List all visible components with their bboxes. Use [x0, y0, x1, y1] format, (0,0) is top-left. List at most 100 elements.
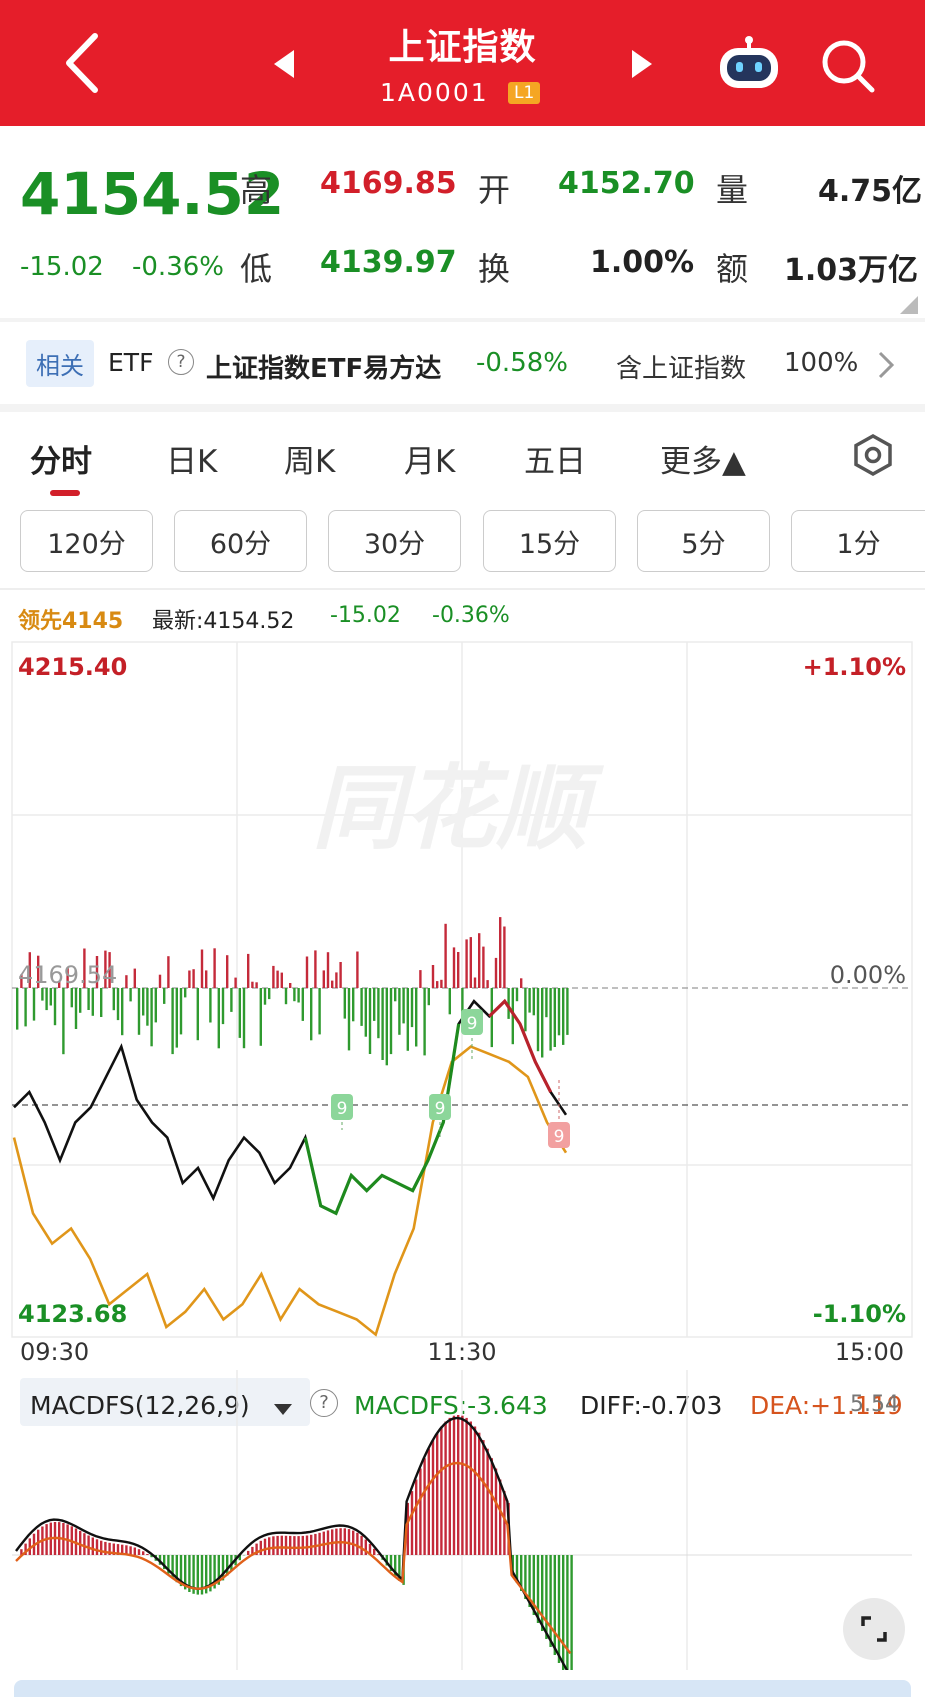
volume-bar	[394, 988, 397, 1002]
period-60min-button[interactable]: 60分	[174, 510, 307, 572]
latest-price: 最新:4154.52	[152, 609, 295, 634]
settings-icon[interactable]	[852, 434, 894, 476]
volume-bar	[192, 969, 195, 988]
volume-bar	[79, 988, 82, 1013]
volume-bar	[280, 972, 283, 988]
corner-expand-icon[interactable]	[900, 296, 918, 314]
macd-bar	[276, 1535, 279, 1555]
volume-bar	[116, 988, 120, 1021]
volume-value: 4.75亿	[818, 174, 923, 209]
volume-bar	[503, 926, 506, 988]
tab-more[interactable]: 更多▲	[660, 436, 746, 481]
volume-bar	[326, 952, 330, 988]
volume-bar	[494, 957, 498, 988]
macd-bar	[448, 1417, 451, 1555]
latest-change: -15.02	[330, 603, 401, 628]
active-tab-indicator	[50, 490, 80, 496]
macd-bar	[478, 1432, 481, 1555]
macd-bar	[566, 1555, 569, 1670]
volume-bar	[133, 968, 136, 988]
tab-weekly-k[interactable]: 周K	[284, 436, 335, 481]
volume-bar	[297, 988, 300, 1003]
macd-bar	[314, 1533, 317, 1555]
price-line	[13, 999, 568, 1216]
volume-bar	[419, 970, 422, 988]
volume-bar	[41, 988, 44, 1001]
period-120min-button[interactable]: 120分	[20, 510, 153, 572]
volume-bar	[284, 988, 288, 1005]
volume-bar	[289, 983, 292, 988]
volume-bar	[389, 988, 393, 1055]
volume-bar	[398, 988, 401, 1035]
fullscreen-button[interactable]	[843, 1598, 905, 1660]
macd-bar	[133, 1547, 136, 1555]
y-min-label: 4123.68	[18, 1300, 127, 1328]
price-change: -15.02	[20, 252, 104, 282]
macd-bar	[79, 1530, 82, 1555]
fullscreen-icon	[861, 1616, 887, 1642]
macd-bar	[431, 1440, 435, 1555]
volume-bar	[473, 977, 477, 988]
tab-monthly-k[interactable]: 月K	[404, 436, 455, 481]
period-5min-button[interactable]: 5分	[637, 510, 770, 572]
volume-bar	[24, 988, 27, 1027]
volume-bar	[318, 988, 321, 1035]
volume-bar	[364, 988, 367, 1037]
search-icon[interactable]	[820, 38, 876, 94]
volume-bar	[431, 965, 435, 988]
divider	[0, 588, 925, 590]
pct-mid-label: 0.00%	[830, 961, 906, 989]
macd-bar	[503, 1491, 506, 1555]
lead-line	[12, 1045, 568, 1337]
volume-bar	[268, 988, 271, 1000]
volume-bar	[16, 988, 19, 1030]
volume-bar	[331, 980, 334, 988]
period-1min-button[interactable]: 1分	[791, 510, 925, 572]
next-stock-icon[interactable]	[632, 50, 652, 78]
chevron-right-icon[interactable]	[876, 350, 896, 380]
macd-bar	[499, 1479, 502, 1555]
volume-bar	[179, 988, 183, 1035]
signal-marker-9: 9	[331, 1094, 353, 1130]
robot-assistant-icon[interactable]	[716, 34, 782, 90]
intraday-chart[interactable]: 同花顺 9 9 9 9 4215.40 +1.10% 4169.54 0.00%…	[0, 640, 925, 1365]
level-badge: L1	[508, 82, 541, 104]
tab-daily-k[interactable]: 日K	[166, 436, 217, 481]
period-15min-button[interactable]: 15分	[483, 510, 616, 572]
volume-bar	[373, 988, 376, 1021]
high-value: 4169.85	[320, 166, 457, 201]
volume-bar	[347, 988, 351, 1051]
volume-bar	[45, 988, 48, 1011]
macd-bar	[284, 1535, 288, 1555]
volume-bar	[196, 988, 199, 1041]
tab-five-day[interactable]: 五日	[524, 436, 586, 481]
x-tick-label: 11:30	[427, 1338, 496, 1365]
macd-bar	[486, 1448, 489, 1555]
etf-name[interactable]: 上证指数ETF易方达	[206, 348, 441, 385]
volume-bar	[469, 937, 472, 988]
macd-bar	[490, 1458, 493, 1555]
volume-bar	[427, 988, 430, 1006]
watermark: 同花顺	[312, 755, 605, 862]
volume-bar	[486, 980, 489, 988]
volume-bar	[163, 988, 166, 1004]
volume-bar	[314, 950, 317, 988]
pct-max-label: +1.10%	[803, 653, 906, 681]
volume-bar	[171, 988, 174, 1055]
volume-bar	[87, 988, 90, 1010]
volume-bar	[490, 988, 493, 1048]
x-tick-label: 15:00	[835, 1338, 904, 1365]
macd-bar	[360, 1535, 363, 1555]
volume-bar	[478, 933, 481, 988]
macd-bar	[469, 1421, 472, 1555]
macd-bar	[440, 1426, 443, 1555]
tab-intraday[interactable]: 分时	[30, 436, 92, 481]
svg-text:9: 9	[467, 1014, 478, 1034]
pct-min-label: -1.10%	[813, 1300, 906, 1328]
volume-bar	[188, 970, 191, 988]
macd-bar	[423, 1458, 426, 1555]
period-30min-button[interactable]: 30分	[328, 510, 461, 572]
bottom-panel	[14, 1680, 911, 1697]
help-icon[interactable]: ?	[168, 349, 194, 375]
volume-bar	[74, 988, 78, 1029]
